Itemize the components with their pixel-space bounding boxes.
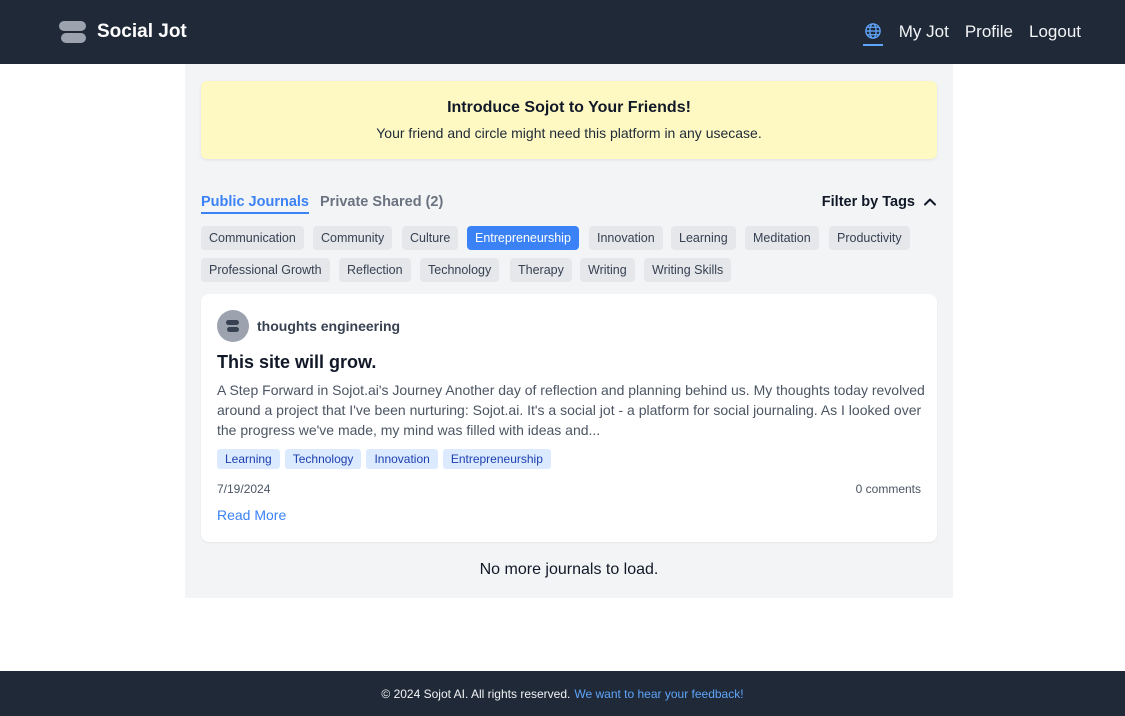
tag-filter-professional-growth[interactable]: Professional Growth	[201, 258, 330, 282]
brand-name: Social Jot	[97, 21, 187, 42]
read-more-link[interactable]: Read More	[217, 507, 286, 523]
post-title[interactable]: This site will grow.	[217, 352, 376, 373]
globe-icon[interactable]	[862, 18, 883, 46]
footer: © 2024 Sojot AI. All rights reserved. We…	[0, 671, 1125, 716]
tag-filter-reflection[interactable]: Reflection	[339, 258, 411, 282]
feedback-link[interactable]: We want to hear your feedback!	[574, 687, 743, 701]
nav-links: My Jot Profile Logout	[862, 18, 1081, 46]
chevron-up-icon	[924, 198, 936, 206]
tag-filter-productivity[interactable]: Productivity	[829, 226, 910, 250]
author-name: thoughts engineering	[257, 318, 401, 334]
tab-public-journals[interactable]: Public Journals	[201, 194, 309, 214]
filter-label: Filter by Tags	[821, 194, 915, 210]
comment-count[interactable]: 0 comments	[856, 482, 921, 496]
avatar	[217, 310, 249, 342]
post-tag[interactable]: Entrepreneurship	[442, 449, 551, 469]
tag-filter-meditation[interactable]: Meditation	[745, 226, 819, 250]
post-tag[interactable]: Technology	[284, 449, 362, 469]
post-tag[interactable]: Innovation	[366, 449, 438, 469]
promo-text: Your friend and circle might need this p…	[376, 125, 762, 141]
nav-link-my-jot[interactable]: My Jot	[899, 22, 949, 42]
tag-filter-therapy[interactable]: Therapy	[510, 258, 572, 282]
tag-filter-entrepreneurship[interactable]: Entrepreneurship	[467, 226, 579, 250]
copyright-text: © 2024 Sojot AI. All rights reserved.	[381, 686, 571, 701]
end-of-list-message: No more journals to load.	[479, 561, 659, 578]
tag-filter-communication[interactable]: Communication	[201, 226, 304, 250]
post-tag[interactable]: Learning	[217, 449, 280, 469]
post-author[interactable]: thoughts engineering	[217, 310, 400, 342]
journal-tabs: Public Journals Private Shared (2) Filte…	[201, 192, 937, 216]
post-excerpt: A Step Forward in Sojot.ai's Journey Ano…	[217, 382, 925, 438]
tag-filter-technology[interactable]: Technology	[420, 258, 500, 282]
journal-card: thoughts engineering This site will grow…	[201, 294, 937, 542]
filter-by-tags-toggle[interactable]: Filter by Tags	[822, 194, 937, 210]
brand[interactable]: Social Jot	[59, 20, 187, 44]
tag-filter-writing[interactable]: Writing	[580, 258, 635, 282]
post-date: 7/19/2024	[217, 482, 271, 496]
nav-link-logout[interactable]: Logout	[1029, 22, 1081, 42]
navbar: Social Jot My Jot Profile Logout	[0, 0, 1125, 64]
promo-title: Introduce Sojot to Your Friends!	[447, 99, 691, 116]
tag-filter-community[interactable]: Community	[313, 226, 393, 250]
tag-filter-learning[interactable]: Learning	[671, 226, 736, 250]
tag-filter-writing-skills[interactable]: Writing Skills	[644, 258, 732, 282]
post-tag-list: Learning Technology Innovation Entrepren…	[217, 449, 551, 469]
nav-link-profile[interactable]: Profile	[965, 22, 1013, 42]
promo-banner: Introduce Sojot to Your Friends! Your fr…	[201, 81, 937, 159]
tab-private-shared[interactable]: Private Shared (2)	[320, 194, 443, 210]
tag-filter-innovation[interactable]: Innovation	[589, 226, 663, 250]
main-content: Introduce Sojot to Your Friends! Your fr…	[185, 64, 953, 598]
tag-filter-culture[interactable]: Culture	[402, 226, 459, 250]
logo-icon	[59, 20, 87, 44]
